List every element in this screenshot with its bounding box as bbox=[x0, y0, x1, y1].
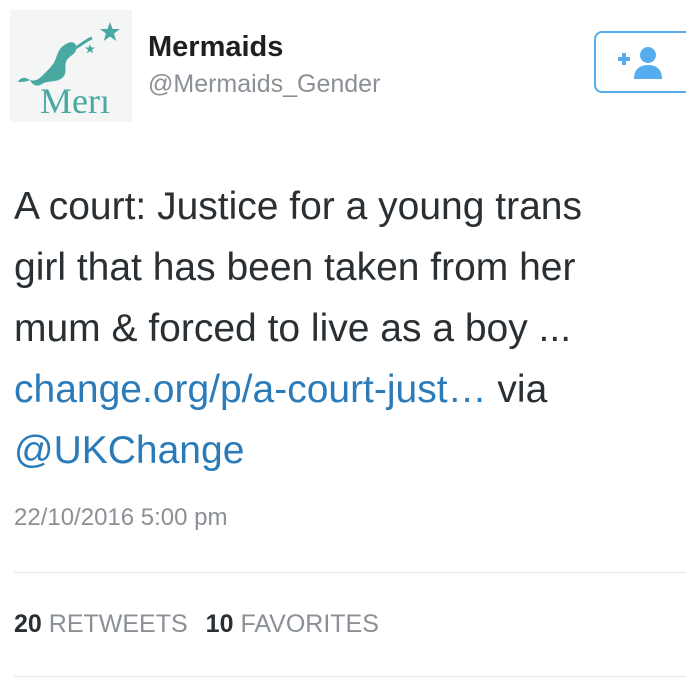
follow-button[interactable] bbox=[594, 31, 686, 93]
add-user-icon bbox=[618, 47, 662, 79]
favorites-count: 10 bbox=[205, 610, 234, 638]
tweet-line: mum & forced to live as a boy ... bbox=[14, 307, 572, 350]
svg-text:Merı: Merı bbox=[40, 81, 110, 121]
tweet-line: change.org/p/a-court-just… via bbox=[14, 359, 684, 420]
retweets-count: 20 bbox=[14, 610, 42, 638]
timestamp[interactable]: 22/10/2016 5:00 pm bbox=[14, 503, 228, 533]
display-name[interactable]: Mermaids bbox=[148, 30, 283, 64]
mermaid-logo-icon: Merı bbox=[18, 22, 120, 121]
divider bbox=[14, 676, 686, 677]
user-handle[interactable]: @Mermaids_Gender bbox=[148, 69, 380, 99]
tweet-stats: 20 RETWEETS 10 FAVORITES bbox=[14, 608, 379, 640]
via-text: via bbox=[486, 368, 548, 411]
favorites-label: FAVORITES bbox=[240, 610, 379, 638]
tweet-line: A court: Justice for a young trans bbox=[14, 185, 582, 228]
tweet-text: A court: Justice for a young trans girl … bbox=[14, 176, 684, 481]
mention-link[interactable]: @UKChange bbox=[14, 429, 244, 472]
retweets-stat[interactable]: 20 RETWEETS bbox=[14, 610, 188, 638]
tweet-line: girl that has been taken from her bbox=[14, 246, 576, 289]
retweets-label: RETWEETS bbox=[48, 610, 188, 638]
tweet-link[interactable]: change.org/p/a-court-just… bbox=[14, 368, 487, 411]
tweet-card: Merı Mermaids @Mermaids_Gender A court: … bbox=[0, 0, 686, 686]
tweet-line: @UKChange bbox=[14, 420, 684, 481]
avatar[interactable]: Merı bbox=[10, 10, 132, 122]
divider bbox=[14, 572, 686, 573]
favorites-stat[interactable]: 10 FAVORITES bbox=[206, 610, 379, 638]
